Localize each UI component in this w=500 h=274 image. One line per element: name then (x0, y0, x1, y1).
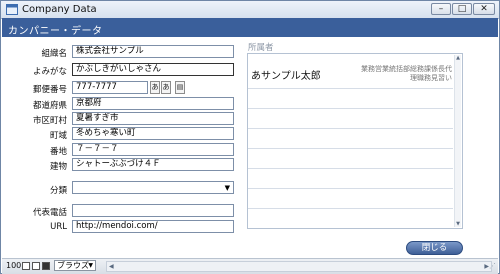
list-item-empty[interactable] (248, 109, 453, 129)
scroll-down-icon[interactable]: ▼ (455, 221, 461, 227)
list-item-empty[interactable] (248, 209, 453, 228)
ime-hiragana-button[interactable]: あ (150, 81, 160, 94)
street-number-label: 番地 (49, 147, 67, 157)
resize-grip-icon[interactable]: ⋰ (489, 262, 496, 270)
maximize-icon: □ (457, 4, 467, 14)
close-button[interactable]: 閉じる (406, 241, 463, 255)
prefecture-field[interactable]: 京都府 (72, 97, 234, 110)
close-window-button[interactable]: ✕ (473, 3, 495, 15)
members-label: 所属者 (248, 43, 274, 53)
title-bar: Company Data – □ ✕ (1, 1, 499, 19)
close-icon: ✕ (480, 4, 488, 14)
org-name-field[interactable]: 株式会社サンプル (72, 45, 234, 58)
page-title: カンパニー・データ (8, 26, 103, 37)
category-select[interactable]: ▼ (72, 181, 234, 194)
list-item-empty[interactable] (248, 169, 453, 189)
chevron-down-icon: ▼ (224, 184, 230, 192)
town-field[interactable]: 冬めちゃ寒い町 (72, 127, 234, 140)
status-bar: 100 ブラウズ ▼ ◀ ▶ ⋰ (2, 258, 498, 274)
building-label: 建物 (49, 162, 67, 172)
reading-label: よみがな (32, 67, 67, 77)
horizontal-scrollbar[interactable]: ◀ ▶ (106, 261, 492, 272)
list-item-empty[interactable] (248, 89, 453, 109)
members-portal: あサンプル太郎 業務営業統括部総務課係長代理職務見習い ▲ ▼ (247, 53, 463, 229)
list-item-empty[interactable] (248, 129, 453, 149)
chevron-down-icon: ▼ (88, 262, 93, 269)
minimize-icon: – (438, 4, 444, 14)
zoom-level[interactable]: 100 (6, 261, 21, 270)
ime-convert-button[interactable]: あ (161, 81, 171, 94)
member-position: 業務営業統括部総務課係長代理職務見習い (361, 65, 452, 82)
minimize-button[interactable]: – (431, 3, 451, 15)
postal-code-field[interactable]: 777-7777 (72, 81, 148, 94)
app-window-icon (6, 4, 18, 15)
list-item-empty[interactable] (248, 189, 453, 209)
mode-value: ブラウズ (57, 261, 89, 270)
form-header: カンパニー・データ (2, 18, 498, 37)
scroll-left-icon[interactable]: ◀ (109, 262, 114, 271)
url-label: URL (50, 222, 67, 232)
prefecture-label: 都道府県 (32, 101, 67, 111)
list-item-empty[interactable] (248, 149, 453, 169)
category-label: 分類 (49, 186, 67, 196)
town-label: 町域 (49, 131, 67, 141)
zoom-in-icon[interactable] (32, 262, 40, 270)
maximize-button[interactable]: □ (452, 3, 472, 15)
phone-label: 代表電話 (32, 208, 67, 218)
zoom-out-icon[interactable] (22, 262, 30, 270)
reading-field[interactable]: かぶしきがいしゃさん (72, 63, 234, 76)
member-name: あサンプル太郎 (251, 71, 321, 82)
list-item[interactable]: あサンプル太郎 業務営業統括部総務課係長代理職務見習い (248, 54, 453, 89)
org-name-label: 組織名 (41, 49, 67, 59)
phone-field[interactable] (72, 204, 234, 217)
ime-pad-button[interactable]: ▤ (175, 81, 185, 94)
url-field[interactable]: http://mendoi.com/ (72, 220, 234, 233)
street-number-field[interactable]: ７－７－７ (72, 143, 234, 156)
postal-code-label: 郵便番号 (32, 85, 67, 95)
status-area-toggle-icon[interactable] (42, 262, 50, 270)
window-title: Company Data (22, 4, 97, 15)
application-window: Company Data – □ ✕ カンパニー・データ 組織名 よみがな 郵便… (0, 0, 500, 274)
mode-select[interactable]: ブラウズ ▼ (54, 260, 96, 271)
scroll-up-icon[interactable]: ▲ (455, 55, 461, 61)
city-label: 市区町村 (32, 116, 67, 126)
portal-scrollbar[interactable]: ▲ ▼ (454, 55, 461, 227)
city-field[interactable]: 夏暑すぎ市 (72, 112, 234, 125)
building-field[interactable]: シャトーぶぶづけ４Ｆ (72, 158, 234, 171)
